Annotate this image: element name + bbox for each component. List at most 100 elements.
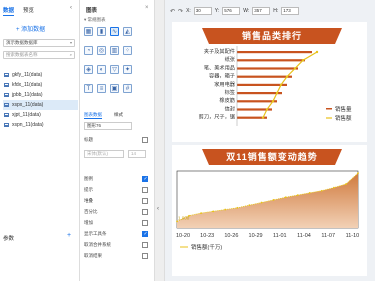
panel-title: 图表 xyxy=(86,8,98,14)
line-point xyxy=(261,116,265,119)
chart-name-field[interactable]: 图形76 xyxy=(84,122,132,130)
line-point xyxy=(260,201,263,204)
legend-label: 销售量 xyxy=(335,105,352,113)
category-label: 笔、美术用品 xyxy=(204,63,235,71)
dataset-source-value: 演示数据数据库 xyxy=(6,40,38,45)
legend-label: 销售额 xyxy=(335,114,352,122)
scatter-chart-icon[interactable]: ⁘ xyxy=(123,46,132,55)
line-point xyxy=(308,192,311,194)
add-param-button[interactable]: + xyxy=(67,232,71,239)
x-input[interactable]: 30 xyxy=(193,7,212,15)
line-point xyxy=(301,59,305,62)
line-chart-icon[interactable]: ∿ xyxy=(110,27,119,36)
bar xyxy=(237,100,277,103)
tab-data[interactable]: 数据 xyxy=(3,6,15,16)
add-dataset-button[interactable]: + 添加数据 xyxy=(16,24,45,33)
line-point xyxy=(279,83,283,86)
x-tick-label: 11-10 xyxy=(346,233,360,239)
redo-icon[interactable]: ↷ xyxy=(178,8,183,15)
donut-chart-icon[interactable]: ◎ xyxy=(97,46,106,55)
column-chart-icon[interactable]: ▥ xyxy=(110,46,119,55)
chevron-left-icon[interactable]: ‹ xyxy=(157,206,159,212)
dataset-item[interactable]: jpbb_11(data) xyxy=(3,90,78,100)
panel-splitter[interactable]: ‹ xyxy=(155,0,165,281)
line-point xyxy=(275,91,279,95)
bar xyxy=(237,75,292,78)
bar xyxy=(237,67,298,70)
kpi-icon[interactable]: # xyxy=(123,84,132,93)
tab-chart-data[interactable]: 图表数据 xyxy=(84,112,102,119)
font-select[interactable]: 宋体(默认) xyxy=(84,150,124,158)
bar-chart-title: 销售品类排行 xyxy=(202,28,342,44)
title-label: 标题 xyxy=(84,137,93,142)
tab-style[interactable]: 样式 xyxy=(114,112,123,119)
dataset-source-select[interactable]: 演示数据数据库 ▾ xyxy=(3,39,75,47)
text-icon[interactable]: T xyxy=(84,84,93,93)
funnel-icon[interactable]: ▽ xyxy=(110,65,119,74)
chevron-down-icon: ▾ xyxy=(69,40,72,45)
line-point xyxy=(284,196,287,199)
image-icon[interactable]: ▣ xyxy=(110,84,119,93)
table-icon[interactable]: ▦ xyxy=(84,27,93,36)
y-input[interactable]: 576 xyxy=(222,7,241,15)
config-subtabs: 图表数据 样式 xyxy=(84,112,123,119)
x-tick-label: 11-07 xyxy=(321,233,335,239)
line-point xyxy=(285,75,289,78)
bar-chart-icon[interactable]: ▮ xyxy=(97,27,106,36)
close-icon[interactable]: × xyxy=(145,5,149,11)
bar-chart-card[interactable]: 销售品类排行 夹子及其配件 纸张 笔、美术用品 容器，箱子 家用电器 标签 橡皮筋 信封 剪刀，… xyxy=(172,22,367,142)
category-label: 标签 xyxy=(225,88,235,96)
category-label: 信封 xyxy=(225,104,235,112)
x-label: X: xyxy=(186,8,191,14)
line-point xyxy=(345,183,347,186)
gauge-icon[interactable]: ◐ xyxy=(97,65,106,74)
font-size-select[interactable]: 14 xyxy=(128,150,146,158)
table-icon xyxy=(4,103,9,107)
radar-icon[interactable]: ✦ xyxy=(123,65,132,74)
undo-icon[interactable]: ↶ xyxy=(170,8,175,15)
bar xyxy=(237,92,282,95)
dataset-item[interactable]: xjpt_11(data) xyxy=(3,110,78,120)
params-label: 参数 xyxy=(3,236,15,242)
chart-config-panel: 图表 × ▾ 常规图表 ▦ ▮ ∿ ◭ ◔ ◎ ▥ ⁘ ◈ ◐ ▽ ✦ T ≡ ▣ # 图表数据 样式 图形7… xyxy=(80,0,155,281)
title-checkbox[interactable] xyxy=(142,137,148,143)
dataset-item[interactable]: xspx_11(data) xyxy=(3,100,78,110)
option-checkbox[interactable] xyxy=(142,253,148,259)
area-chart-title: 双11销售额变动趋势 xyxy=(202,149,342,165)
table-icon xyxy=(4,83,9,87)
data-panel: 数据 预览 ‹ + 添加数据 演示数据数据库 ▾ 搜索数据表名称 ⌕ gkfy_… xyxy=(0,0,80,281)
option-checkbox[interactable] xyxy=(142,176,148,182)
pie-chart-icon[interactable]: ◔ xyxy=(84,46,93,55)
w-label: W: xyxy=(243,8,250,14)
collapse-icon[interactable]: ‹ xyxy=(70,5,72,11)
option-checkbox[interactable] xyxy=(142,198,148,204)
line-point xyxy=(272,199,275,201)
option-checkbox[interactable] xyxy=(142,220,148,226)
dataset-item[interactable]: xspn_11(data) xyxy=(3,120,78,130)
line-point xyxy=(315,50,319,54)
x-tick-label: 11-04 xyxy=(297,233,311,239)
search-input[interactable]: 搜索数据表名称 ⌕ xyxy=(3,51,75,59)
bar xyxy=(237,51,312,54)
line-point xyxy=(271,100,275,103)
w-input[interactable]: 357 xyxy=(252,7,271,15)
map-icon[interactable]: ◈ xyxy=(84,65,93,74)
dataset-item[interactable]: gkfy_11(data) xyxy=(3,70,78,80)
x-tick-label: 10-26 xyxy=(224,233,238,239)
line-point xyxy=(265,108,269,111)
chart-group-label[interactable]: ▾ 常规图表 xyxy=(84,17,106,23)
area-chart-card[interactable]: 双11销售额变动趋势 1,000 10-20 10-23 10-26 10-29 11-0… xyxy=(172,145,367,276)
option-label: 显示工具条 xyxy=(84,231,107,236)
dataset-item[interactable]: kfdx_11(data) xyxy=(3,80,78,90)
line-point xyxy=(248,204,251,207)
option-checkbox[interactable] xyxy=(142,187,148,193)
tab-preview[interactable]: 预览 xyxy=(23,6,34,16)
h-input[interactable]: 173 xyxy=(281,7,300,15)
list-icon[interactable]: ≡ xyxy=(97,84,106,93)
option-label: 提示 xyxy=(84,187,93,192)
area-chart-icon[interactable]: ◭ xyxy=(123,27,132,36)
option-checkbox[interactable] xyxy=(142,209,148,215)
search-icon: ⌕ xyxy=(69,52,72,57)
option-checkbox[interactable] xyxy=(142,231,148,237)
option-checkbox[interactable] xyxy=(142,242,148,248)
